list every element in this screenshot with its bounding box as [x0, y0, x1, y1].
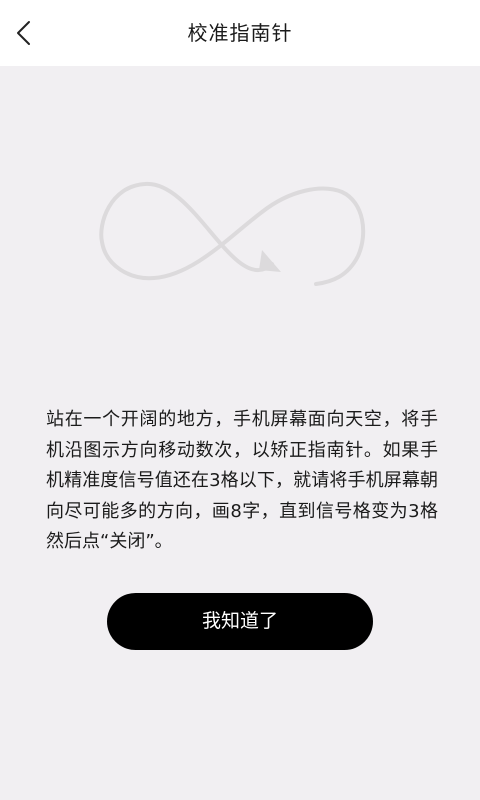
- got-it-button[interactable]: 我知道了: [107, 593, 373, 650]
- navigation-bar: 校准指南针: [0, 0, 480, 66]
- calibrate-compass-screen: 校准指南针 站在一个开阔的地方，手机屏幕面向天空，将手机沿图示方向移动数次，以矫…: [0, 0, 480, 800]
- calibration-illustration: [90, 180, 380, 300]
- figure-eight-arrow-icon: [99, 181, 366, 286]
- page-title: 校准指南针: [187, 21, 293, 45]
- calibration-instructions: 站在一个开阔的地方，手机屏幕面向天空，将手机沿图示方向移动数次，以矫正指南针。如…: [46, 409, 438, 552]
